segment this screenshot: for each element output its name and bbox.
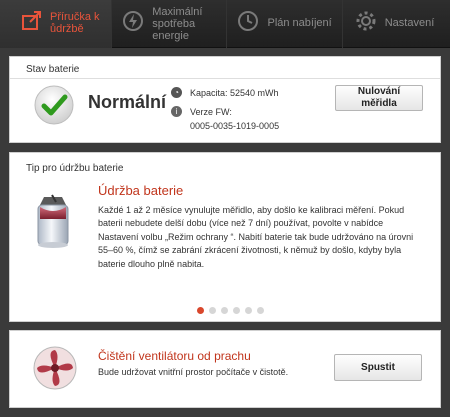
top-navigation: Příručka k ůdržbě Maximální spotřeba ene… [0, 0, 450, 48]
page-dot[interactable] [221, 307, 228, 314]
fan-cleaning-body: Bude udržovat vnitřní prostor počítače v… [98, 367, 289, 377]
clock-icon [238, 11, 259, 31]
page-dot[interactable] [233, 307, 240, 314]
reset-gauge-button[interactable]: Nulování měřidla [335, 85, 423, 111]
panel-title: Stav baterie [26, 64, 80, 75]
tab-max-energy[interactable]: Maximální spotřeba energie [112, 0, 226, 48]
fw-version-label: Verze FW: [190, 107, 232, 117]
battery-status-text: Normální [88, 92, 167, 112]
page-dot[interactable] [197, 307, 204, 314]
battery-capacity: Kapacita: 52540 mWh [190, 88, 279, 98]
battery-status-panel: Stav baterie Normální ◔ Kapacita: 52540 … [9, 56, 441, 143]
start-button[interactable]: Spustit [334, 354, 422, 381]
tab-label: Plán nabíjení [267, 17, 332, 29]
checkmark-icon [34, 85, 74, 125]
battery-tip-panel: Tip pro údržbu baterie Údržba baterie Ka… [9, 152, 441, 322]
panel-title: Tip pro údržbu baterie [26, 163, 124, 174]
page-dot[interactable] [257, 307, 264, 314]
gear-icon [356, 11, 376, 31]
tab-charging-plan[interactable]: Plán nabíjení [227, 0, 341, 48]
tab-maintenance-guide[interactable]: Příručka k ůdržbě [0, 0, 112, 48]
battery-capacity-icon: ◔ [171, 87, 182, 98]
fan-cleaning-panel: Čištění ventilátoru od prachu Bude udržo… [9, 330, 441, 408]
tip-heading: Údržba baterie [98, 183, 184, 198]
divider [10, 78, 440, 79]
tab-label: Maximální spotřeba energie [152, 6, 203, 42]
tab-label: Nastavení [384, 17, 435, 29]
tab-settings[interactable]: Nastavení [343, 0, 450, 48]
fan-icon [33, 346, 77, 390]
page-indicator [197, 307, 264, 314]
page-dot[interactable] [245, 307, 252, 314]
info-icon: i [171, 106, 182, 117]
page-dot[interactable] [209, 307, 216, 314]
battery-maintenance-icon [37, 194, 69, 248]
maintenance-guide-icon [22, 11, 41, 30]
tip-body: Každé 1 až 2 měsíce vynulujte měřidlo, a… [98, 205, 414, 269]
fw-version-value: 0005-0035-1019-0005 [190, 121, 280, 131]
tab-label: Příručka k ůdržbě [50, 11, 100, 35]
lightning-icon [123, 11, 144, 31]
fan-cleaning-heading: Čištění ventilátoru od prachu [98, 349, 251, 363]
